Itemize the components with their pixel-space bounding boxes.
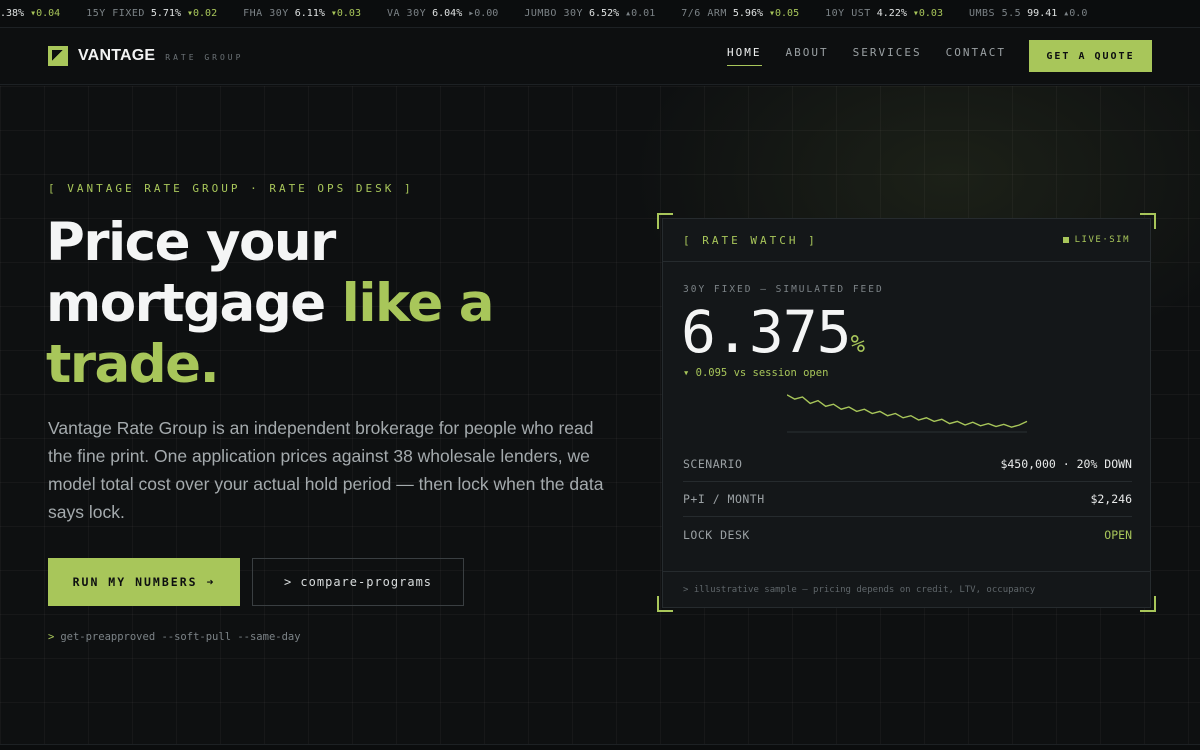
ticker-label: 10Y UST xyxy=(825,8,871,19)
ticker-item: 15Y FIXED 5.71% ▾0.02 xyxy=(86,8,217,19)
row-payment: P+I / MONTH $2,246 xyxy=(683,482,1132,517)
ticker-change: ▾0.02 xyxy=(187,8,218,19)
rate-delta: ▾ 0.095 vs session open xyxy=(683,367,829,379)
disclaimer: > illustrative sample — pricing depends … xyxy=(683,585,1036,595)
ticker-label: 15Y FIXED xyxy=(86,8,145,19)
ticker-item: UMBS 5.5 99.41 ▴0.0 xyxy=(969,8,1087,19)
nav-about[interactable]: ABOUT xyxy=(786,46,829,66)
row-lock-desk: LOCK DESK OPEN xyxy=(683,517,1132,552)
row-value: $450,000 · 20% DOWN xyxy=(1000,457,1132,471)
row-label: LOCK DESK xyxy=(683,527,750,542)
ticker-change: ▾0.03 xyxy=(330,8,361,19)
card-title: [ RATE WATCH ] xyxy=(683,234,818,247)
nav-services[interactable]: SERVICES xyxy=(853,46,922,66)
ticker-value: .38% xyxy=(0,8,25,19)
logo[interactable]: VANTAGE RATE GROUP xyxy=(48,46,243,66)
ticker-label: VA 30Y xyxy=(386,8,427,19)
row-label: SCENARIO xyxy=(683,457,743,471)
ticker-item: JUMBO 30Y 6.52% ▴0.01 xyxy=(524,8,655,19)
compare-programs-button[interactable]: > compare-programs xyxy=(252,558,464,606)
hero-headline: Price your mortgage like a trade. xyxy=(46,212,606,395)
bottom-strip xyxy=(0,744,1200,750)
hero-body: Vantage Rate Group is an independent bro… xyxy=(48,418,604,522)
sparkline-series xyxy=(787,394,1028,428)
ticker-value: 99.41 xyxy=(1027,8,1058,19)
ticker-change: ▾0.03 xyxy=(912,8,943,19)
live-sim-badge: LIVE·SIM xyxy=(1062,235,1130,245)
row-label: P+I / MONTH xyxy=(683,492,765,506)
nav-contact[interactable]: CONTACT xyxy=(946,46,1006,66)
headline-line-2: mortgage xyxy=(46,273,326,334)
rate-watch-card: [ RATE WATCH ] LIVE·SIM 30Y FIXED — SIMU… xyxy=(662,218,1151,608)
ticker-change: ▾0.05 xyxy=(769,8,800,19)
top-nav: VANTAGE RATE GROUP HOME ABOUT SERVICES C… xyxy=(0,28,1200,85)
nav-home[interactable]: HOME xyxy=(727,46,762,66)
current-rate: 6.375% xyxy=(681,298,865,377)
row-scenario: SCENARIO $450,000 · 20% DOWN xyxy=(683,447,1132,482)
brand-sub: RATE GROUP xyxy=(165,53,244,62)
card-footer: > illustrative sample — pricing depends … xyxy=(663,571,1150,607)
feed-label: 30Y FIXED — SIMULATED FEED xyxy=(683,284,884,295)
live-sim-label: LIVE·SIM xyxy=(1074,235,1130,245)
prompt-glyph: > xyxy=(48,631,55,643)
headline-line-1: Price your xyxy=(46,212,336,273)
ticker-item: 10Y UST 4.22% ▾0.03 xyxy=(825,8,943,19)
rate-unit: % xyxy=(850,330,865,358)
headline-accent-1: like a xyxy=(341,273,495,334)
live-indicator-icon xyxy=(1062,237,1069,243)
rate-value: 6.375 xyxy=(681,298,852,366)
preapproval-command[interactable]: > get-preapproved --soft-pull --same-day xyxy=(48,631,301,643)
get-quote-button[interactable]: GET A QUOTE xyxy=(1029,40,1152,72)
ticker-item: 7/6 ARM 5.96% ▾0.05 xyxy=(681,8,799,19)
ticker-change: ▴0.01 xyxy=(625,8,656,19)
run-my-numbers-button[interactable]: RUN MY NUMBERS ➜ xyxy=(48,558,240,606)
ticker-item: .38% ▾0.04 xyxy=(0,8,60,19)
lock-desk-status: OPEN xyxy=(1104,527,1132,542)
ticker-value: 4.22% xyxy=(876,8,907,19)
scenario-rows: SCENARIO $450,000 · 20% DOWN P+I / MONTH… xyxy=(683,447,1132,552)
row-value: $2,246 xyxy=(1090,492,1132,506)
ticker-label: UMBS 5.5 xyxy=(968,8,1022,19)
hero-eyebrow: [ VANTAGE RATE GROUP · RATE OPS DESK ] xyxy=(48,182,414,195)
card-header: [ RATE WATCH ] LIVE·SIM xyxy=(663,219,1150,262)
ticker-label: FHA 30Y xyxy=(243,8,289,19)
ticker-value: 5.96% xyxy=(732,8,763,19)
ticker-value: 5.71% xyxy=(150,8,181,19)
rate-sparkline xyxy=(787,394,1028,433)
ticker-item: FHA 30Y 6.11% ▾0.03 xyxy=(243,8,361,19)
ticker-label: JUMBO 30Y xyxy=(524,8,584,19)
ticker-value: 6.11% xyxy=(294,8,325,19)
ticker-change: ▾0.04 xyxy=(30,8,61,19)
logo-mark-icon xyxy=(48,46,68,66)
command-text: get-preapproved --soft-pull --same-day xyxy=(60,631,301,643)
ticker-value: 6.04% xyxy=(432,8,463,19)
rate-ticker: .38% ▾0.04 15Y FIXED 5.71% ▾0.02 FHA 30Y 6.11%… xyxy=(0,0,1200,28)
ticker-change: ▸0.00 xyxy=(468,8,499,19)
nav-links: HOME ABOUT SERVICES CONTACT xyxy=(727,46,1030,66)
headline-accent-2: trade. xyxy=(46,334,220,395)
ticker-change: ▴0.0 xyxy=(1063,8,1088,19)
ticker-item: VA 30Y 6.04% ▸0.00 xyxy=(387,8,498,19)
brand-name: VANTAGE xyxy=(78,47,156,64)
ticker-value: 6.52% xyxy=(589,8,620,19)
ticker-label: 7/6 ARM xyxy=(681,8,727,19)
